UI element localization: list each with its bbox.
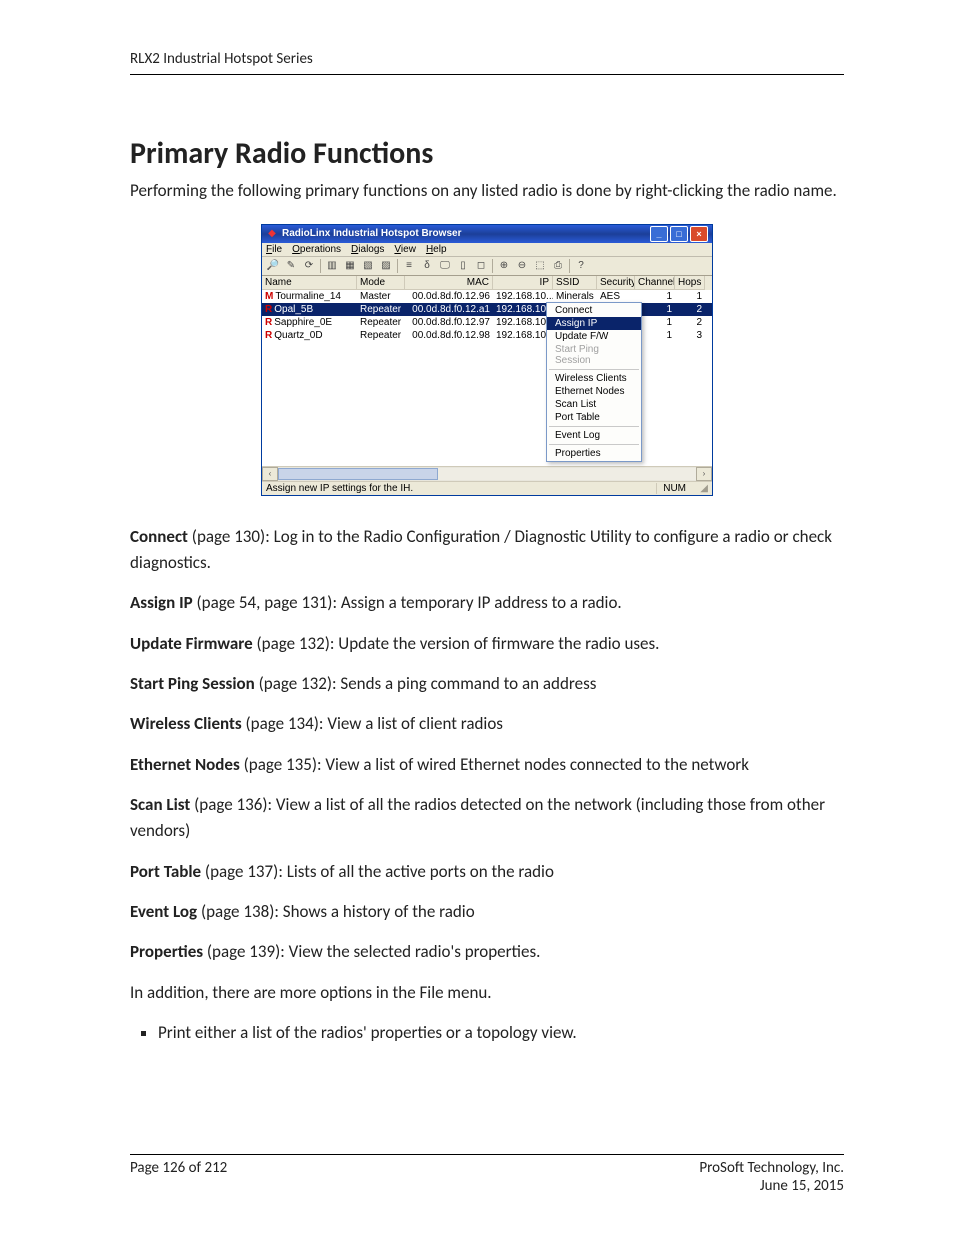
separator-icon <box>397 259 398 273</box>
zoom-out-icon[interactable]: ⊖ <box>515 259 529 273</box>
menu-separator <box>549 444 639 445</box>
menubar: File Operations Dialogs View Help <box>262 243 712 257</box>
definition: Port Table (page 137): Lists of all the … <box>130 859 844 885</box>
net1-icon[interactable]: ▥ <box>325 259 339 273</box>
maximize-button[interactable]: □ <box>670 226 688 242</box>
definition: Properties (page 139): View the selected… <box>130 939 844 965</box>
status-text: Assign new IP settings for the IH. <box>266 483 413 494</box>
definition: Connect (page 130): Log in to the Radio … <box>130 524 844 577</box>
definition: Wireless Clients (page 134): View a list… <box>130 711 844 737</box>
separator-icon <box>320 259 321 273</box>
window-titlebar[interactable]: ◆ RadioLinx Industrial Hotspot Browser _… <box>262 225 712 243</box>
status-bar: Assign new IP settings for the IH. NUM ◢ <box>262 481 712 495</box>
table-row[interactable]: ROpal_5BRepeater00.0d.8d.f0.12.a1192.168… <box>262 303 712 316</box>
print-icon[interactable]: ⎙ <box>551 259 565 273</box>
menu-operations[interactable]: Operations <box>292 244 341 255</box>
definition: Start Ping Session (page 132): Sends a p… <box>130 671 844 697</box>
toolbar: 🔎 ✎ ⟳ ▥ ▦ ▧ ▨ ≡ δ 🖵 ▯ ◻ ⊕ ⊖ ⬚ ⎙ ? <box>262 257 712 276</box>
table-row[interactable]: RQuartz_0DRepeater00.0d.8d.f0.12.98192.1… <box>262 329 712 342</box>
binoculars-icon[interactable]: 🔎 <box>266 259 280 273</box>
menu-item[interactable]: Connect <box>547 304 641 317</box>
erase-icon[interactable]: ✎ <box>284 259 298 273</box>
scroll-left-icon[interactable]: ‹ <box>262 467 278 481</box>
column-name[interactable]: Name <box>262 276 357 290</box>
monitor-icon[interactable]: 🖵 <box>438 259 452 273</box>
definition: Assign IP (page 54, page 131): Assign a … <box>130 590 844 616</box>
doc-footer: Page 126 of 212 ProSoft Technology, Inc.… <box>130 1154 844 1195</box>
window-title: RadioLinx Industrial Hotspot Browser <box>282 228 461 239</box>
definition: Scan List (page 136): View a list of all… <box>130 792 844 845</box>
menu-separator <box>549 426 639 427</box>
horizontal-scrollbar[interactable]: ‹ › <box>262 466 712 481</box>
list-icon[interactable]: ≡ <box>402 259 416 273</box>
footer-date: June 15, 2015 <box>699 1177 844 1195</box>
menu-item[interactable]: Wireless Clients <box>547 372 641 385</box>
definition: Update Firmware (page 132): Update the v… <box>130 631 844 657</box>
zoom-fit-icon[interactable]: ⬚ <box>533 259 547 273</box>
column-security[interactable]: Security <box>597 276 635 290</box>
net2-icon[interactable]: ▦ <box>343 259 357 273</box>
net4-icon[interactable]: ▨ <box>379 259 393 273</box>
doc-header: RLX2 Industrial Hotspot Series <box>130 50 844 75</box>
node-icon[interactable]: ◻ <box>474 259 488 273</box>
separator-icon <box>569 259 570 273</box>
separator-icon <box>492 259 493 273</box>
menu-item[interactable]: Event Log <box>547 429 641 442</box>
page-title: Primary Radio Functions <box>130 135 844 172</box>
server-icon[interactable]: ▯ <box>456 259 470 273</box>
column-mode[interactable]: Mode <box>357 276 405 290</box>
column-mac[interactable]: MAC <box>405 276 493 290</box>
bullet-item: Print either a list of the radios' prope… <box>158 1020 844 1046</box>
column-ssid[interactable]: SSID <box>553 276 597 290</box>
footer-page: Page 126 of 212 <box>130 1159 227 1195</box>
app-window: ◆ RadioLinx Industrial Hotspot Browser _… <box>261 224 713 496</box>
table-row[interactable]: RSapphire_0ERepeater00.0d.8d.f0.12.97192… <box>262 316 712 329</box>
definition: Event Log (page 138): Shows a history of… <box>130 899 844 925</box>
net3-icon[interactable]: ▧ <box>361 259 375 273</box>
help-icon[interactable]: ? <box>574 259 588 273</box>
column-hops[interactable]: Hops <box>675 276 705 290</box>
definition: Ethernet Nodes (page 135): View a list o… <box>130 752 844 778</box>
menu-file[interactable]: File <box>266 244 282 255</box>
refresh-icon[interactable]: ⟳ <box>302 259 316 273</box>
intro-paragraph: Performing the following primary functio… <box>130 178 844 204</box>
zoom-in-icon[interactable]: ⊕ <box>497 259 511 273</box>
menu-item[interactable]: Properties <box>547 447 641 460</box>
list-header: Name Mode MAC IP SSID Security Channel H… <box>262 276 712 290</box>
menu-item[interactable]: Port Table <box>547 411 641 424</box>
extra-text: In addition, there are more options in t… <box>130 980 844 1006</box>
menu-dialogs[interactable]: Dialogs <box>351 244 384 255</box>
menu-item[interactable]: Assign IP <box>547 317 641 330</box>
menu-item[interactable]: Ethernet Nodes <box>547 385 641 398</box>
table-row[interactable]: MTourmaline_14Master00.0d.8d.f0.12.96192… <box>262 290 712 303</box>
scroll-thumb[interactable] <box>278 468 438 480</box>
menu-separator <box>549 369 639 370</box>
column-channel[interactable]: Channel <box>635 276 675 290</box>
resize-grip-icon[interactable]: ◢ <box>692 483 708 494</box>
list-body: MTourmaline_14Master00.0d.8d.f0.12.96192… <box>262 290 712 466</box>
footer-company: ProSoft Technology, Inc. <box>699 1159 844 1177</box>
scroll-right-icon[interactable]: › <box>696 467 712 481</box>
menu-item[interactable]: Update F/W <box>547 330 641 343</box>
screenshot-wrap: ◆ RadioLinx Industrial Hotspot Browser _… <box>130 224 844 496</box>
scroll-track[interactable] <box>278 468 696 480</box>
app-logo-icon: ◆ <box>266 228 278 240</box>
status-num: NUM <box>656 483 692 494</box>
column-ip[interactable]: IP <box>493 276 553 290</box>
menu-view[interactable]: View <box>394 244 416 255</box>
menu-item[interactable]: Scan List <box>547 398 641 411</box>
context-menu: ConnectAssign IPUpdate F/WStart Ping Ses… <box>546 302 642 462</box>
minimize-button[interactable]: _ <box>650 226 668 242</box>
close-button[interactable]: × <box>690 226 708 242</box>
menu-help[interactable]: Help <box>426 244 447 255</box>
topology-icon[interactable]: δ <box>420 259 434 273</box>
menu-item: Start Ping Session <box>547 343 641 367</box>
